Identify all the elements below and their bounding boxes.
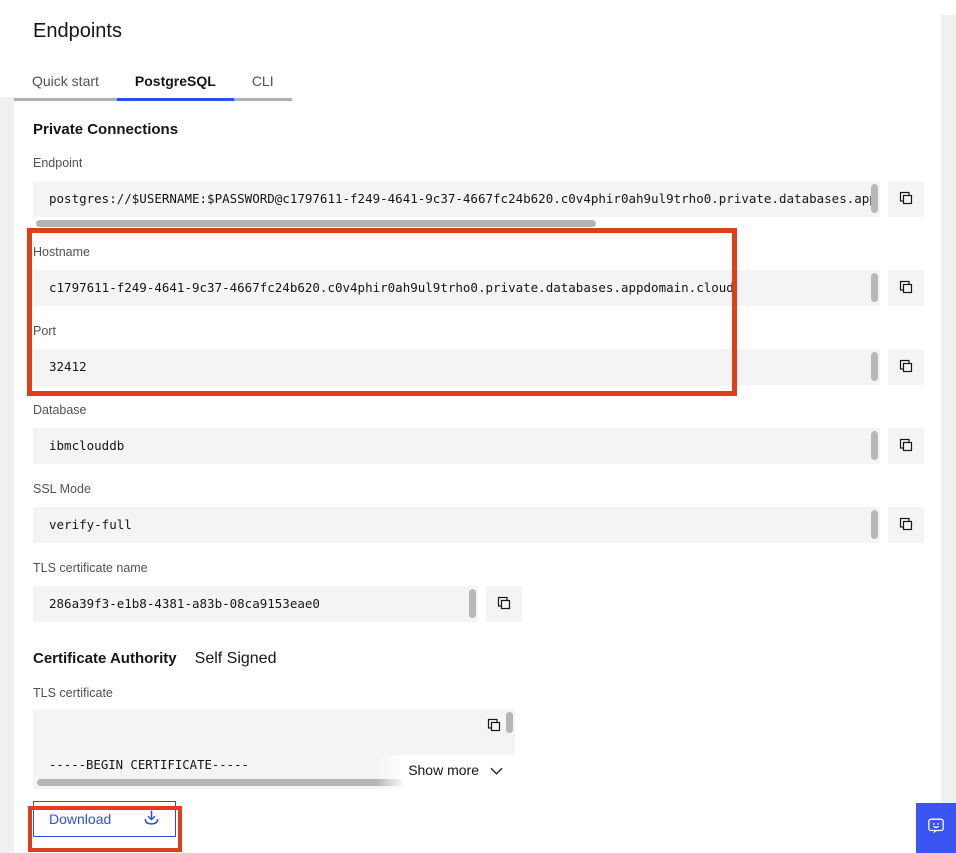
endpoint-value: postgres://$USERNAME:$PASSWORD@c1797611-… [49,181,877,217]
tls-certificate-name-copy-button[interactable] [486,586,522,622]
hostname-value: c1797611-f249-4641-9c37-4667fc24b620.c0v… [49,270,734,306]
tab-bar: Quick start PostgreSQL CLI [14,65,956,101]
tab-postgresql[interactable]: PostgreSQL [117,65,234,101]
hostname-vertical-scrollbar-thumb[interactable] [871,273,878,302]
download-button[interactable]: Download [33,801,176,837]
hostname-code-snippet[interactable]: c1797611-f249-4641-9c37-4667fc24b620.c0v… [33,270,880,306]
tls-certificate-vertical-scrollbar-thumb[interactable] [506,712,513,733]
chat-widget-button[interactable] [916,803,956,853]
certificate-authority-row: Certificate Authority Self Signed [33,650,956,668]
certificate-authority-value: Self Signed [195,650,277,668]
chat-icon [926,816,946,841]
ssl-mode-vertical-scrollbar-thumb[interactable] [871,510,878,539]
download-icon [143,809,160,829]
hostname-row: c1797611-f249-4641-9c37-4667fc24b620.c0v… [33,270,956,306]
copy-icon [898,279,914,298]
tls-certificate-name-vertical-scrollbar-thumb[interactable] [469,589,476,618]
endpoint-horizontal-scrollbar-thumb[interactable] [36,220,596,227]
hostname-label: Hostname [33,245,956,260]
database-copy-button[interactable] [888,428,924,464]
database-vertical-scrollbar-thumb[interactable] [871,431,878,460]
ssl-mode-label: SSL Mode [33,482,956,497]
ssl-mode-value: verify-full [49,507,132,543]
page-title: Endpoints [33,20,956,43]
copy-icon [898,516,914,535]
copy-icon [898,190,914,209]
page-background-left-strip [0,97,14,853]
hostname-copy-button[interactable] [888,270,924,306]
port-copy-button[interactable] [888,349,924,385]
tls-certificate-label: TLS certificate [33,686,956,701]
header: Endpoints [0,0,956,43]
section-heading: Private Connections [33,121,956,138]
show-more-button[interactable]: Show more [376,755,515,789]
tls-certificate-name-label: TLS certificate name [33,561,956,576]
port-code-snippet[interactable]: 32412 [33,349,880,385]
tab-quick-start[interactable]: Quick start [14,65,117,101]
page-background-right-strip [941,15,956,853]
tls-certificate-horizontal-scrollbar-thumb[interactable] [37,779,403,786]
database-row: ibmclouddb [33,428,956,464]
private-connections-panel: Private Connections Endpoint postgres://… [0,121,956,837]
chevron-down-icon [490,762,503,778]
tab-cli[interactable]: CLI [234,65,292,101]
port-value: 32412 [49,349,87,385]
database-value: ibmclouddb [49,428,124,464]
endpoint-code-snippet[interactable]: postgres://$USERNAME:$PASSWORD@c1797611-… [33,181,880,217]
endpoint-vertical-scrollbar-thumb[interactable] [871,184,878,213]
ssl-mode-copy-button[interactable] [888,507,924,543]
tls-certificate-name-row: 286a39f3-e1b8-4381-a83b-08ca9153eae0 [33,586,956,622]
copy-icon [496,595,512,614]
endpoint-copy-button[interactable] [888,181,924,217]
endpoint-label: Endpoint [33,156,956,171]
port-vertical-scrollbar-thumb[interactable] [871,352,878,381]
ssl-mode-code-snippet[interactable]: verify-full [33,507,880,543]
port-row: 32412 [33,349,956,385]
ssl-mode-row: verify-full [33,507,956,543]
database-code-snippet[interactable]: ibmclouddb [33,428,880,464]
port-label: Port [33,324,956,339]
download-button-label: Download [49,811,111,827]
tls-certificate-name-code-snippet[interactable]: 286a39f3-e1b8-4381-a83b-08ca9153eae0 [33,586,478,622]
tls-certificate-code-snippet[interactable]: -----BEGIN CERTIFICATE----- MIIFHTCCAwWg… [33,709,515,789]
tls-certificate-copy-button[interactable] [486,717,502,736]
database-label: Database [33,403,956,418]
certificate-authority-heading: Certificate Authority [33,650,177,667]
copy-icon [898,358,914,377]
endpoint-row: postgres://$USERNAME:$PASSWORD@c1797611-… [33,181,956,217]
show-more-label: Show more [408,762,479,778]
copy-icon [898,437,914,456]
tls-certificate-name-value: 286a39f3-e1b8-4381-a83b-08ca9153eae0 [49,586,320,622]
copy-icon [486,721,502,736]
